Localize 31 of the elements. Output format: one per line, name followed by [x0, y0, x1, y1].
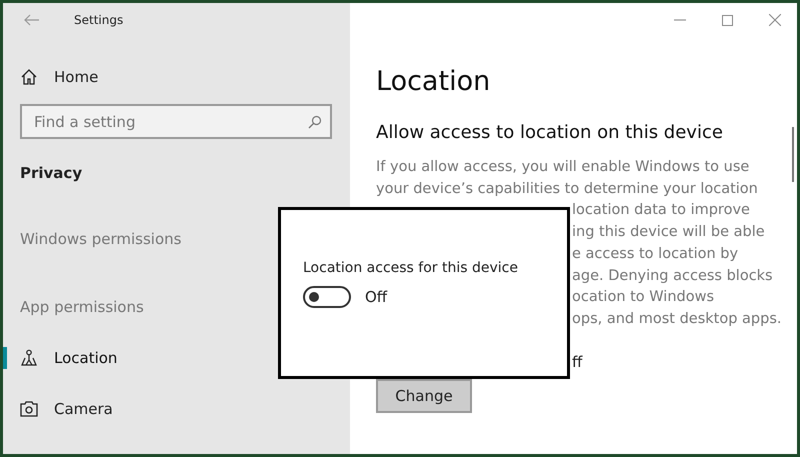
- map-pin-icon: [20, 349, 38, 367]
- window-title: Settings: [74, 13, 124, 27]
- description-fragment: age. Denying access blocks: [572, 266, 774, 286]
- group-header: App permissions: [20, 298, 145, 316]
- minimize-icon[interactable]: [674, 19, 686, 21]
- toggle-state: Off: [365, 288, 388, 306]
- nav-item[interactable]: Location: [54, 349, 118, 367]
- description-line: If you allow access, you will enable Windows to use: [376, 158, 750, 177]
- camera-icon: [20, 401, 38, 417]
- section-heading: Allow access to location on this device: [376, 122, 724, 143]
- maximize-icon[interactable]: [722, 14, 733, 26]
- back-arrow-icon[interactable]: [24, 14, 40, 26]
- group-header: Windows permissions: [20, 230, 182, 248]
- description-line: your device’s capabilities to determine your location: [376, 180, 759, 199]
- toggle-label: Location access for this device: [303, 260, 519, 276]
- description-fragment: ing this device will be able: [572, 223, 766, 242]
- description-fragment: location data to improve: [572, 201, 751, 220]
- status-fragment: ff: [572, 352, 584, 372]
- change-button[interactable]: Change: [376, 378, 472, 413]
- search-field[interactable]: Find a setting: [20, 104, 332, 139]
- description-fragment: ops, and most desktop apps.: [572, 310, 782, 329]
- page-title: Location: [376, 66, 492, 97]
- description-fragment: e access to location by: [572, 244, 740, 264]
- description-fragment: ocation to Windows: [572, 288, 716, 308]
- home-icon: [20, 68, 38, 86]
- home-link[interactable]: Home: [54, 68, 98, 86]
- nav-item[interactable]: Camera: [54, 400, 113, 418]
- close-icon[interactable]: [769, 14, 781, 26]
- section-title: Privacy: [20, 164, 84, 182]
- toggle-switch[interactable]: [303, 286, 351, 308]
- search-icon: [308, 115, 322, 129]
